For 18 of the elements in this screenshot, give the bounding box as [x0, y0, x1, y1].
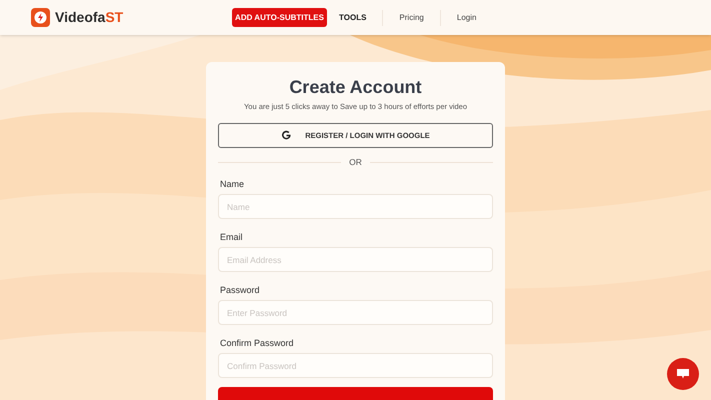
add-subtitles-button[interactable]: ADD AUTO-SUBTITLES [232, 8, 327, 27]
google-icon [281, 130, 292, 142]
field-label: Confirm Password [220, 338, 295, 349]
input-field[interactable]: Enter Password [218, 300, 493, 325]
nav-link[interactable]: Pricing [399, 12, 424, 24]
chat-icon [676, 368, 690, 380]
input-field[interactable]: Confirm Password [218, 353, 493, 378]
field-label: Password [220, 285, 261, 296]
logo-icon [31, 8, 50, 27]
brand-name[interactable]: VideofaST [55, 7, 124, 28]
field-label: Name [220, 179, 246, 190]
nav-link[interactable]: TOOLS [339, 12, 366, 24]
input-field[interactable]: Name [218, 194, 493, 219]
or-divider: OR [349, 156, 362, 169]
input-field[interactable]: Email Address [218, 247, 493, 272]
nav-link[interactable]: Login [456, 12, 476, 24]
field-label: Email [220, 232, 244, 243]
form-title: Create Account [288, 76, 423, 98]
